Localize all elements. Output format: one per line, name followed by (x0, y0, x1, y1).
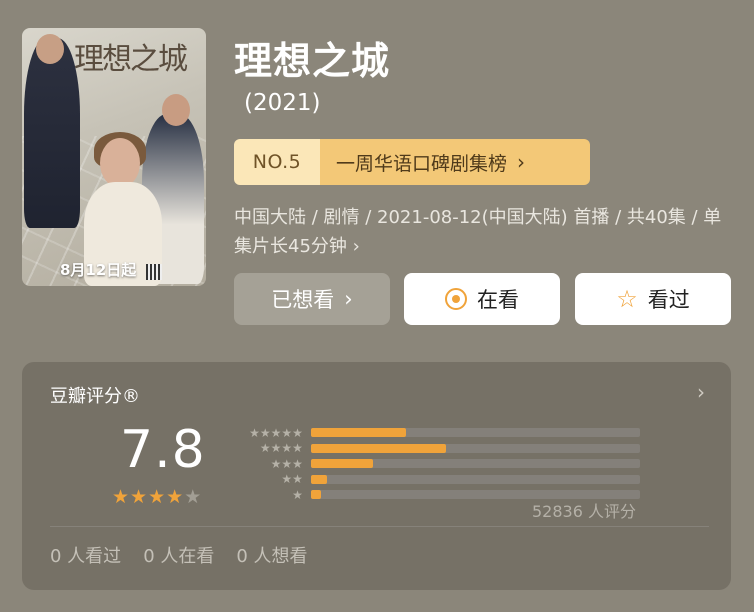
rank-list-label: 一周华语口碑剧集榜 (336, 152, 508, 175)
poster-figure-left-head (36, 34, 64, 64)
distribution-track (310, 443, 640, 453)
qr-code-icon (146, 264, 162, 280)
rank-badge[interactable]: NO.5 一周华语口碑剧集榜 › (234, 139, 590, 185)
rank-number: NO.5 (234, 139, 320, 185)
watching-button-label: 在看 (477, 288, 519, 312)
star-icon: ★ (148, 486, 166, 508)
watched-button[interactable]: ☆ 看过 (575, 273, 731, 325)
distribution-track (310, 428, 640, 438)
poster-title-logo: 理想之城 (74, 42, 188, 77)
wish-button[interactable]: 已想看 › (234, 273, 390, 325)
distribution-stars: ★★★ (270, 456, 303, 471)
distribution-stars: ★ (292, 487, 303, 502)
star-icon: ★ (130, 486, 148, 508)
movie-detail-page: 理想之城 8月12日起 理想之城 (2021) NO.5 一周华语口碑剧集榜 ›… (0, 0, 754, 612)
chevron-right-icon: › (352, 236, 360, 257)
meta-text: 中国大陆 / 剧情 / 2021-08-12(中国大陆) 首播 / 共40集 /… (234, 207, 722, 257)
chevron-right-icon: › (517, 150, 526, 174)
poster-figure-left (24, 38, 80, 228)
distribution-row: ★★★ (230, 456, 640, 472)
rank-list-name: 一周华语口碑剧集榜 › (320, 139, 590, 185)
rating-header: 豆瓣评分® (50, 386, 140, 407)
divider (50, 526, 709, 527)
watching-button[interactable]: 在看 (404, 273, 560, 325)
poster-figure-center-head (100, 138, 140, 188)
chevron-right-icon: › (344, 287, 353, 311)
poster-image[interactable]: 理想之城 8月12日起 (22, 28, 206, 286)
wish-button-label: 已想看 (271, 288, 335, 312)
poster-release-badge: 8月12日起 (60, 261, 137, 279)
distribution-stars: ★★★★★ (249, 425, 303, 440)
chevron-right-icon[interactable]: › (697, 380, 705, 404)
rating-count[interactable]: 52836 人评分 (532, 498, 636, 522)
rating-stars: ★ ★ ★ ★ ★ (112, 486, 201, 508)
meta-info[interactable]: 中国大陆 / 剧情 / 2021-08-12(中国大陆) 首播 / 共40集 /… (234, 203, 730, 261)
rating-score: 7.8 (120, 420, 206, 480)
distribution-track (310, 474, 640, 484)
distribution-stars: ★★★★ (259, 441, 303, 456)
star-outline-icon: ☆ (616, 285, 638, 313)
release-year: (2021) (244, 90, 321, 116)
rating-distribution: ★★★★★ ★★★★ ★★★ ★★ ★ (230, 425, 640, 503)
distribution-bar (310, 474, 328, 484)
distribution-bar (310, 443, 446, 453)
poster-figure-right-head (162, 94, 190, 126)
star-icon: ★ (166, 486, 184, 508)
page-title: 理想之城 (234, 39, 391, 83)
distribution-stars: ★★ (281, 472, 303, 487)
distribution-row: ★★★★ (230, 441, 640, 457)
watched-button-label: 看过 (647, 288, 690, 312)
distribution-row: ★★ (230, 472, 640, 488)
watch-stats: 0 人看过 0 人在看 0 人想看 (50, 542, 308, 568)
distribution-row: ★★★★★ (230, 425, 640, 441)
distribution-track (310, 459, 640, 469)
watching-radio-icon (445, 288, 467, 310)
star-icon: ★ (184, 486, 202, 508)
distribution-bar (310, 490, 321, 500)
star-icon: ★ (112, 486, 130, 508)
watching-count[interactable]: 0 人在看 (143, 542, 214, 568)
wish-count[interactable]: 0 人想看 (236, 542, 307, 568)
watched-count[interactable]: 0 人看过 (50, 542, 121, 568)
rating-card[interactable]: 豆瓣评分® › 7.8 ★ ★ ★ ★ ★ ★★★★★ ★★★★ ★★★ ★★ ★ 52836 … (22, 362, 731, 590)
distribution-bar (310, 459, 374, 469)
distribution-bar (310, 428, 407, 438)
